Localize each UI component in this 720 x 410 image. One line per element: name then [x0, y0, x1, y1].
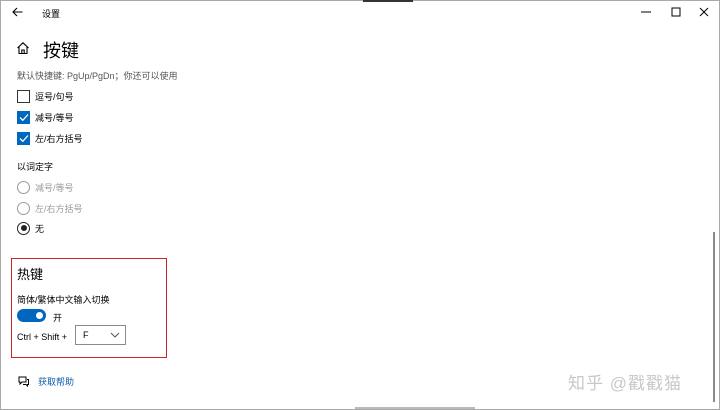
checkbox-label: 左/右方括号: [35, 133, 83, 144]
minimize-icon: [641, 11, 651, 13]
checkbox-box[interactable]: [17, 131, 30, 145]
checkbox-label: 减号/等号: [35, 112, 74, 123]
toggle-state-label: 开: [53, 313, 63, 323]
checkbox-comma-period[interactable]: 逗号/句号: [17, 89, 74, 103]
help-chat-icon: [18, 376, 29, 387]
hotkey-switch-label: 简体/繁体中文输入切换: [17, 295, 110, 305]
hotkey-toggle[interactable]: [17, 309, 46, 322]
shortcut-description: 默认快捷键: PgUp/PgDn；你还可以使用: [17, 71, 178, 81]
hotkey-key-value: F: [83, 330, 89, 340]
radio-none[interactable]: 无: [17, 221, 44, 235]
checkbox-minus-equals[interactable]: 减号/等号: [17, 110, 74, 124]
close-icon: [699, 7, 709, 17]
fix-word-label: 以词定字: [17, 162, 54, 172]
checkbox-box[interactable]: [17, 89, 30, 103]
hotkey-key-dropdown[interactable]: F: [75, 325, 126, 345]
maximize-button[interactable]: [661, 3, 691, 21]
radio-button[interactable]: [17, 180, 30, 194]
chevron-down-icon: [110, 332, 120, 338]
home-icon: [17, 42, 29, 55]
radio-brackets[interactable]: 左/右方括号: [17, 201, 83, 215]
hotkey-prefix: Ctrl + Shift +: [17, 332, 68, 342]
hotkey-section-title: 热键: [17, 267, 44, 282]
bottom-edge: [355, 407, 475, 409]
radio-label: 无: [35, 223, 45, 234]
page-title: 按键: [43, 41, 79, 61]
radio-selected-dot: [20, 225, 27, 231]
arrow-left-icon: [11, 7, 22, 17]
watermark: 知乎 @戳戳猫: [568, 374, 682, 393]
back-button[interactable]: [6, 2, 28, 22]
window-title: 设置: [42, 9, 61, 19]
get-help-row[interactable]: 获取帮助: [17, 374, 74, 388]
radio-button[interactable]: [17, 201, 30, 215]
minimize-button[interactable]: [631, 3, 661, 21]
radio-minus-equals[interactable]: 减号/等号: [17, 180, 74, 194]
toggle-knob: [36, 312, 43, 319]
radio-button[interactable]: [17, 221, 30, 235]
checkmark-icon: [19, 134, 28, 142]
title-bar: 设置: [0, 0, 720, 26]
checkbox-box[interactable]: [17, 110, 30, 124]
checkbox-label: 逗号/句号: [35, 91, 74, 102]
maximize-icon: [671, 7, 681, 17]
checkmark-icon: [19, 113, 28, 121]
checkbox-brackets[interactable]: 左/右方括号: [17, 131, 83, 145]
close-button[interactable]: [689, 3, 719, 21]
radio-label: 左/右方括号: [35, 203, 83, 214]
get-help-link[interactable]: 获取帮助: [38, 375, 74, 388]
scrollbar[interactable]: [713, 232, 715, 402]
radio-label: 减号/等号: [35, 182, 74, 193]
